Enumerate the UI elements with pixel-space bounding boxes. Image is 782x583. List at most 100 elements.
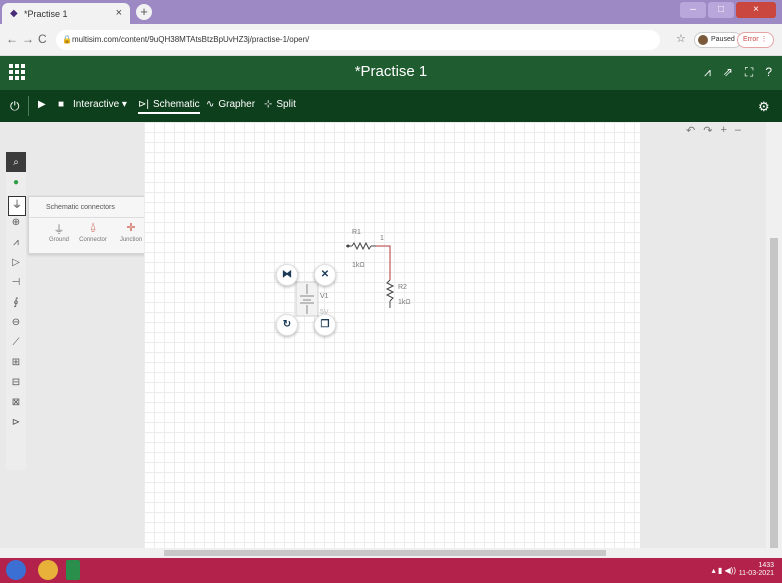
r1-name: R1 — [352, 229, 361, 236]
schematic-connectors-popup: Schematic connectors ⏚ Ground ⍙ Connecto… — [28, 196, 156, 254]
error-label: Error — [743, 36, 759, 43]
connector-item[interactable]: ⍙ Connector — [75, 221, 111, 243]
toolbar-divider — [28, 96, 29, 116]
profile-button[interactable]: Paused — [694, 32, 742, 48]
vertical-scroll-thumb[interactable] — [770, 238, 778, 554]
toolbar: ⏻ ▶ ■ Interactive ▾ ⊳| Schematic ∿ Graph… — [0, 90, 782, 122]
ground-icon: ⏚ — [53, 224, 65, 236]
v1-name: V1 — [320, 293, 329, 300]
back-icon[interactable]: ← — [6, 32, 18, 46]
split-icon: ⊹ — [264, 99, 273, 110]
resistor-r1[interactable] — [346, 241, 376, 251]
schematic-icon: ⊳| — [138, 99, 149, 110]
right-panel — [640, 122, 766, 548]
zoom-in-icon[interactable]: + — [720, 124, 726, 137]
r2-value: 1kΩ — [398, 299, 411, 306]
junction-label: Junction — [119, 237, 143, 243]
share-icon[interactable]: ⇗ — [723, 65, 733, 80]
play-icon[interactable]: ▶ — [38, 99, 46, 110]
browser-tab-title: *Practise 1 — [24, 8, 68, 19]
chrome-taskbar-icon[interactable] — [38, 560, 58, 580]
clock[interactable]: 1433 11-03-2021 — [739, 562, 774, 578]
clock-time: 1433 — [758, 562, 774, 569]
url-text: multisim.com/content/9uQH38MTAtsBtzBpUvH… — [72, 35, 310, 44]
popup-divider — [29, 217, 155, 218]
ic-icon[interactable]: ⊞ — [6, 352, 26, 372]
horizontal-scroll-thumb[interactable] — [164, 550, 606, 556]
ground-item[interactable]: ⏚ Ground — [41, 221, 77, 243]
logic-icon[interactable]: ⊟ — [6, 372, 26, 392]
lock-icon: 🔒 — [62, 35, 72, 44]
r2-name: R2 — [398, 284, 407, 291]
taskbar: ▴ ▮ ◀)) 1433 11-03-2021 — [0, 558, 782, 583]
document-title[interactable]: *Practise 1 — [0, 63, 782, 80]
vertical-scrollbar[interactable] — [766, 122, 782, 554]
flip-horizontal-button[interactable]: ⧓ — [276, 264, 298, 286]
connectors-selected-icon[interactable]: ⏚ — [8, 196, 26, 216]
tab-grapher[interactable]: ∿ Grapher — [206, 99, 255, 110]
edit-controls: ↶ ↷ + – — [686, 124, 741, 137]
digital-icon[interactable]: ⊠ — [6, 392, 26, 412]
delete-button[interactable]: ✕ — [314, 264, 336, 286]
error-button[interactable]: Error ⋮ — [737, 32, 774, 48]
header-icons: ⩘ ⇗ ⛶ ? — [704, 65, 772, 80]
diode-icon[interactable]: ⊣ — [6, 272, 26, 292]
stop-icon[interactable]: ■ — [58, 99, 64, 110]
meter-icon[interactable]: ⊖ — [6, 312, 26, 332]
amplifier-icon[interactable]: ▷ — [6, 252, 26, 272]
help-icon[interactable]: ? — [765, 65, 772, 80]
reload-icon[interactable]: C — [38, 32, 47, 46]
url-input[interactable]: 🔒 multisim.com/content/9uQH38MTAtsBtzBpU… — [56, 30, 660, 50]
tab-grapher-label: Grapher — [218, 99, 256, 110]
undo-icon[interactable]: ↶ — [686, 124, 695, 137]
resistor-r2[interactable] — [385, 279, 395, 308]
window-close-button[interactable]: × — [736, 2, 776, 18]
minimize-button[interactable]: – — [680, 2, 706, 18]
interactive-dropdown[interactable]: Interactive ▾ — [73, 99, 127, 110]
forward-icon[interactable]: → — [22, 32, 34, 46]
new-tab-button[interactable]: + — [136, 4, 152, 20]
switch-icon[interactable]: ⟋ — [6, 332, 26, 352]
simulate-probe-icon[interactable]: ⩘ — [704, 65, 711, 80]
window-controls: – □ × — [680, 2, 776, 18]
wire-net-1[interactable] — [376, 245, 391, 280]
clock-date: 11-03-2021 — [738, 570, 774, 577]
copy-button[interactable]: ❐ — [314, 314, 336, 336]
zoom-out-icon[interactable]: – — [735, 124, 741, 137]
bookmark-star-icon[interactable]: ☆ — [676, 32, 686, 45]
tray-icons[interactable]: ▴ ▮ ◀)) — [712, 566, 736, 575]
popup-title: Schematic connectors — [46, 204, 115, 211]
schematic-drawing: R1 1 1kΩ R2 1kΩ V1 5V — [295, 229, 411, 317]
tab-schematic[interactable]: ⊳| Schematic — [138, 99, 200, 114]
browser-tab-strip: ◆ *Practise 1 × + – □ × — [0, 0, 782, 24]
power-icon[interactable]: ⏻ — [10, 99, 20, 114]
fullscreen-icon[interactable]: ⛶ — [745, 65, 753, 80]
start-button[interactable] — [6, 560, 26, 580]
grapher-icon: ∿ — [206, 99, 215, 110]
inductor-icon[interactable]: ∮ — [6, 292, 26, 312]
avatar — [698, 35, 708, 45]
settings-gear-icon[interactable]: ⚙ — [758, 99, 770, 115]
tab-schematic-label: Schematic — [152, 99, 200, 110]
horizontal-scrollbar[interactable] — [0, 548, 782, 558]
browser-tab[interactable]: ◆ *Practise 1 × — [2, 3, 130, 24]
connector-label: Connector — [79, 237, 107, 243]
app-header: *Practise 1 ⩘ ⇗ ⛶ ? — [0, 56, 782, 90]
gate-icon[interactable]: ⊳ — [6, 412, 26, 432]
profile-status: Paused — [711, 36, 735, 43]
schematic-canvas[interactable]: R1 1 1kΩ R2 1kΩ V1 5V ⧓ ✕ ↻ ❐ — [144, 122, 640, 548]
app-taskbar-icon[interactable] — [66, 560, 80, 580]
tab-split-label: Split — [276, 99, 296, 110]
tab-close-icon[interactable]: × — [116, 7, 122, 19]
source-v1[interactable] — [295, 281, 319, 317]
net-label: 1 — [380, 235, 384, 242]
r1-value: 1kΩ — [352, 262, 365, 269]
maximize-button[interactable]: □ — [708, 2, 734, 18]
search-icon[interactable]: ⌕ — [6, 152, 26, 172]
redo-icon[interactable]: ↷ — [703, 124, 712, 137]
probe-icon[interactable]: ● — [6, 172, 26, 192]
tab-split[interactable]: ⊹ Split — [264, 99, 296, 110]
ground-label: Ground — [48, 237, 69, 243]
resistor-icon[interactable]: ⩘ — [6, 232, 26, 252]
rotate-button[interactable]: ↻ — [276, 314, 298, 336]
